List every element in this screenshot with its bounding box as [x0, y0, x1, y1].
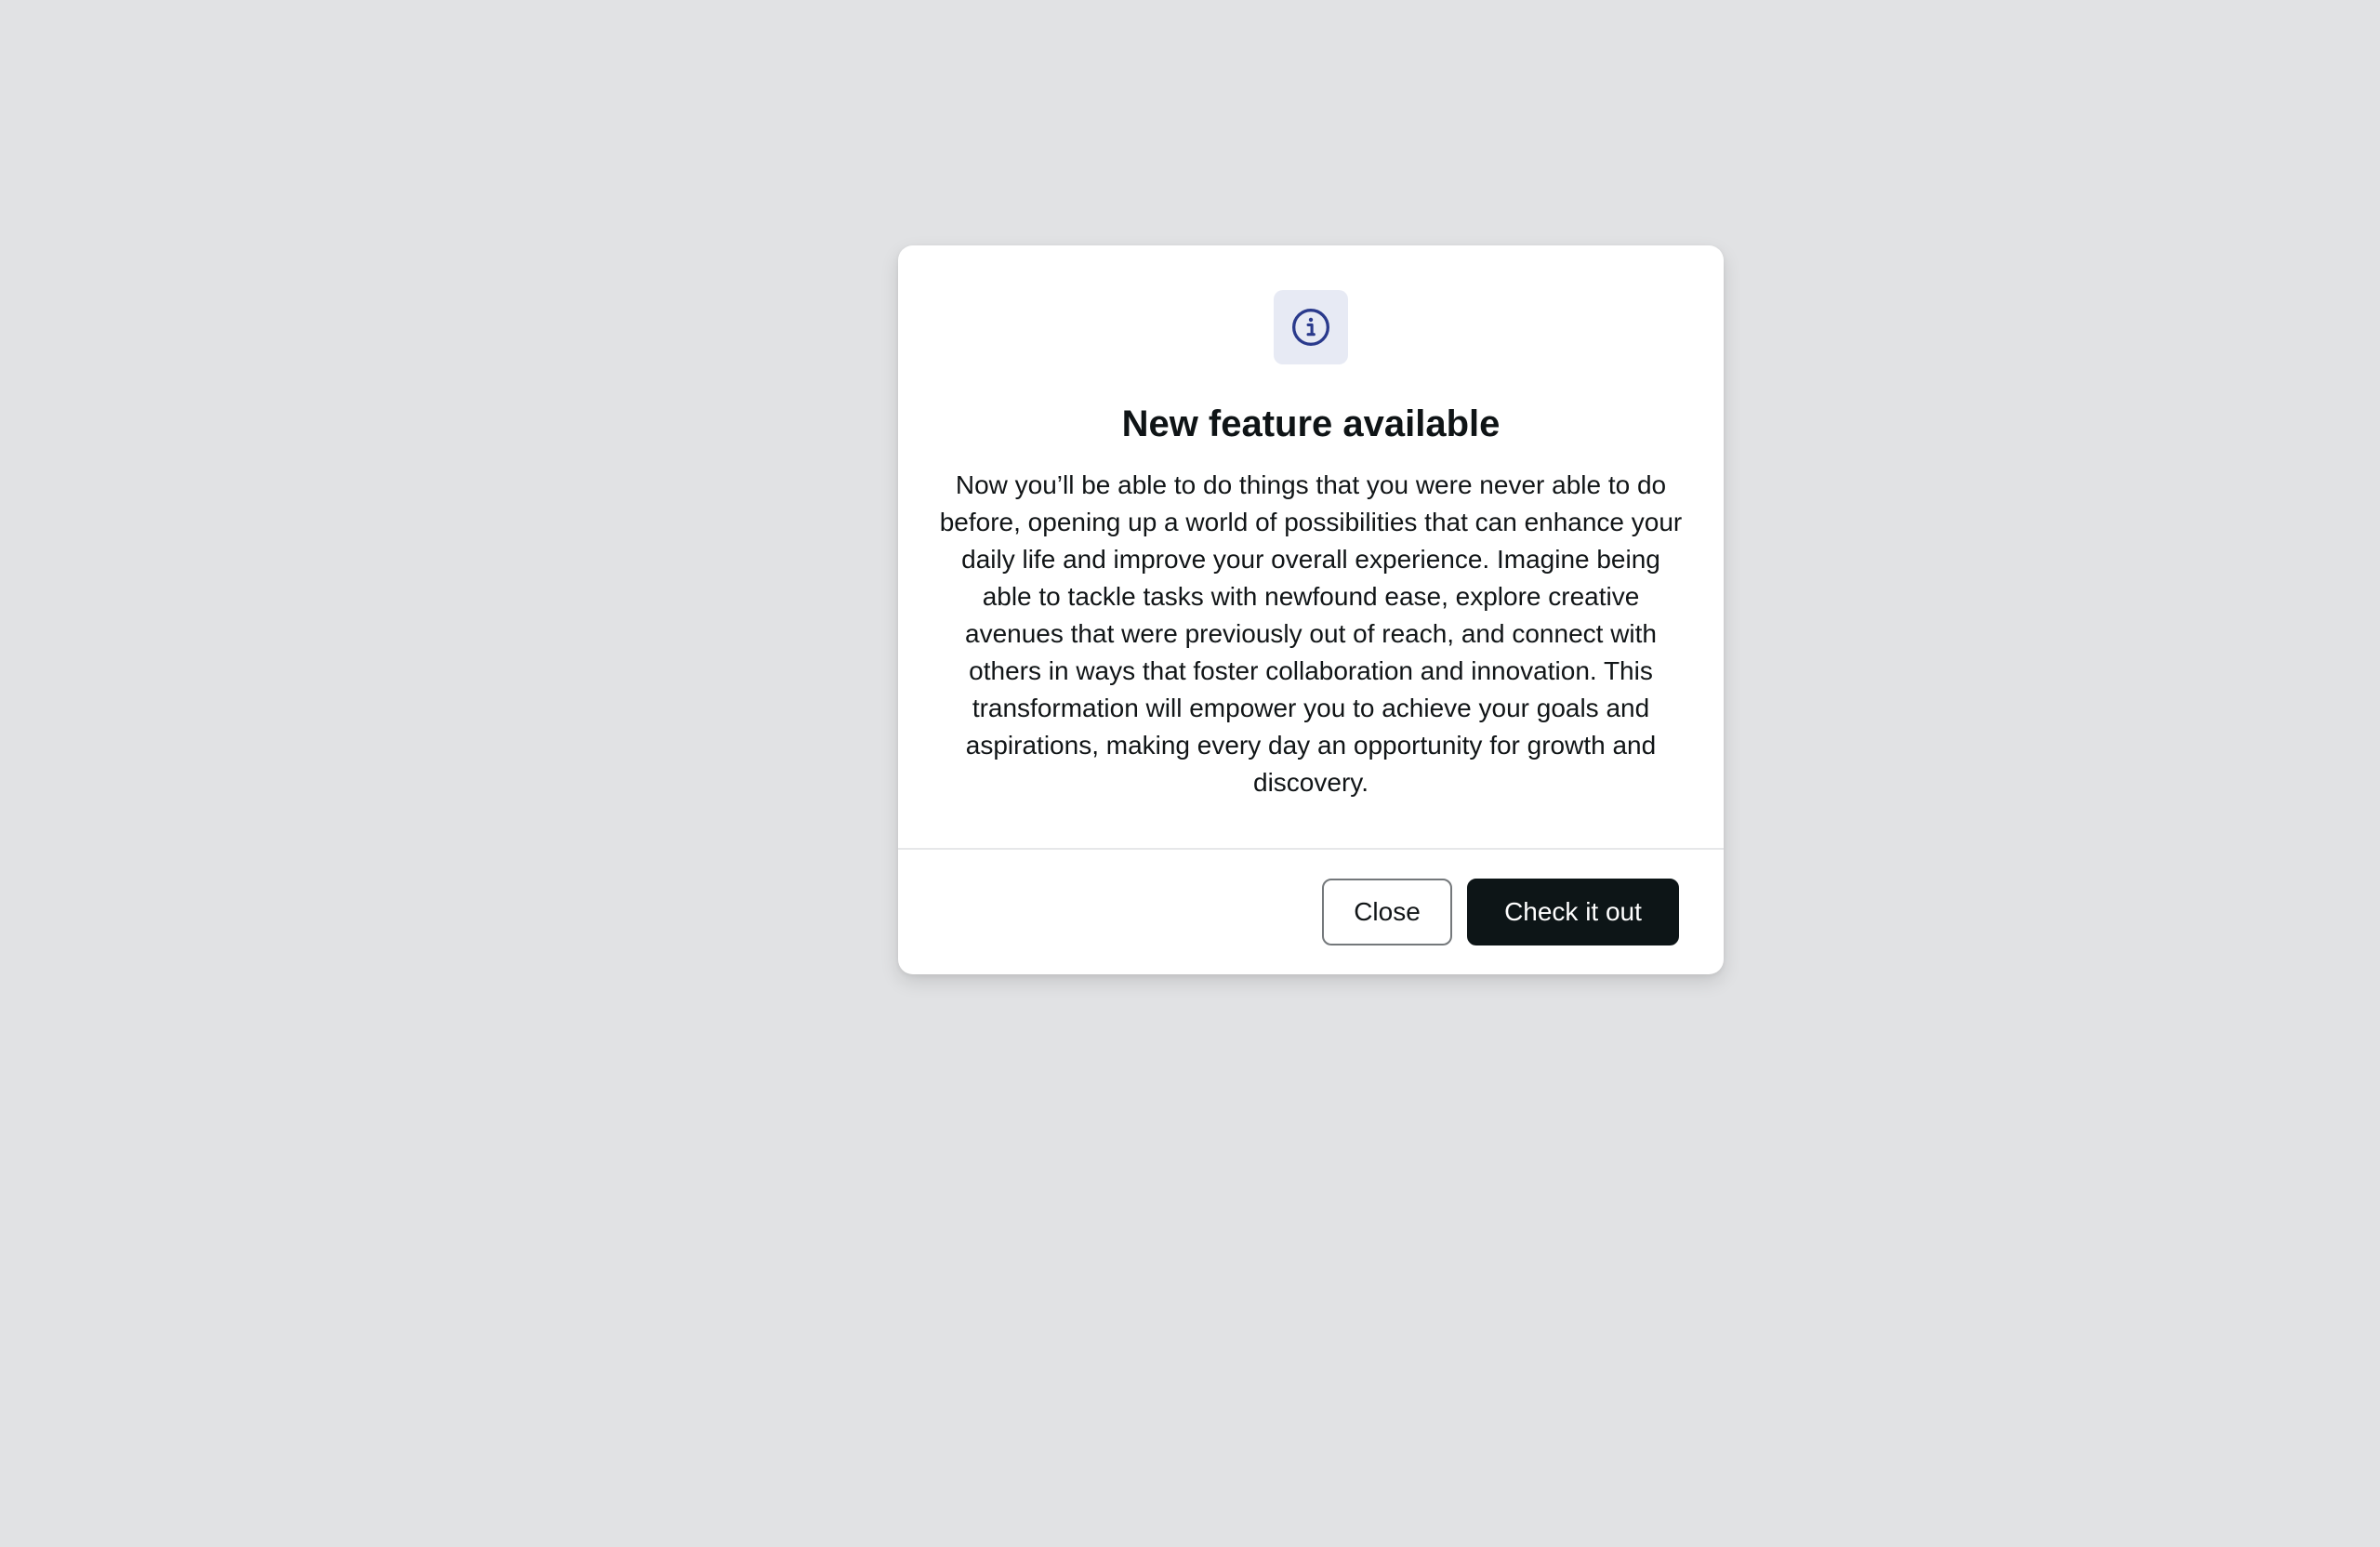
info-icon: [1292, 309, 1329, 346]
check-it-out-button[interactable]: Check it out: [1467, 879, 1679, 945]
info-icon-tile: [1274, 290, 1348, 364]
feature-dialog: New feature available Now you’ll be able…: [898, 245, 1724, 974]
dialog-body: New feature available Now you’ll be able…: [898, 245, 1724, 848]
close-button[interactable]: Close: [1322, 879, 1452, 945]
dialog-description: Now you’ll be able to do things that you…: [939, 470, 1683, 797]
dialog-title: New feature available: [1121, 403, 1501, 444]
dialog-footer: Close Check it out: [898, 848, 1724, 974]
